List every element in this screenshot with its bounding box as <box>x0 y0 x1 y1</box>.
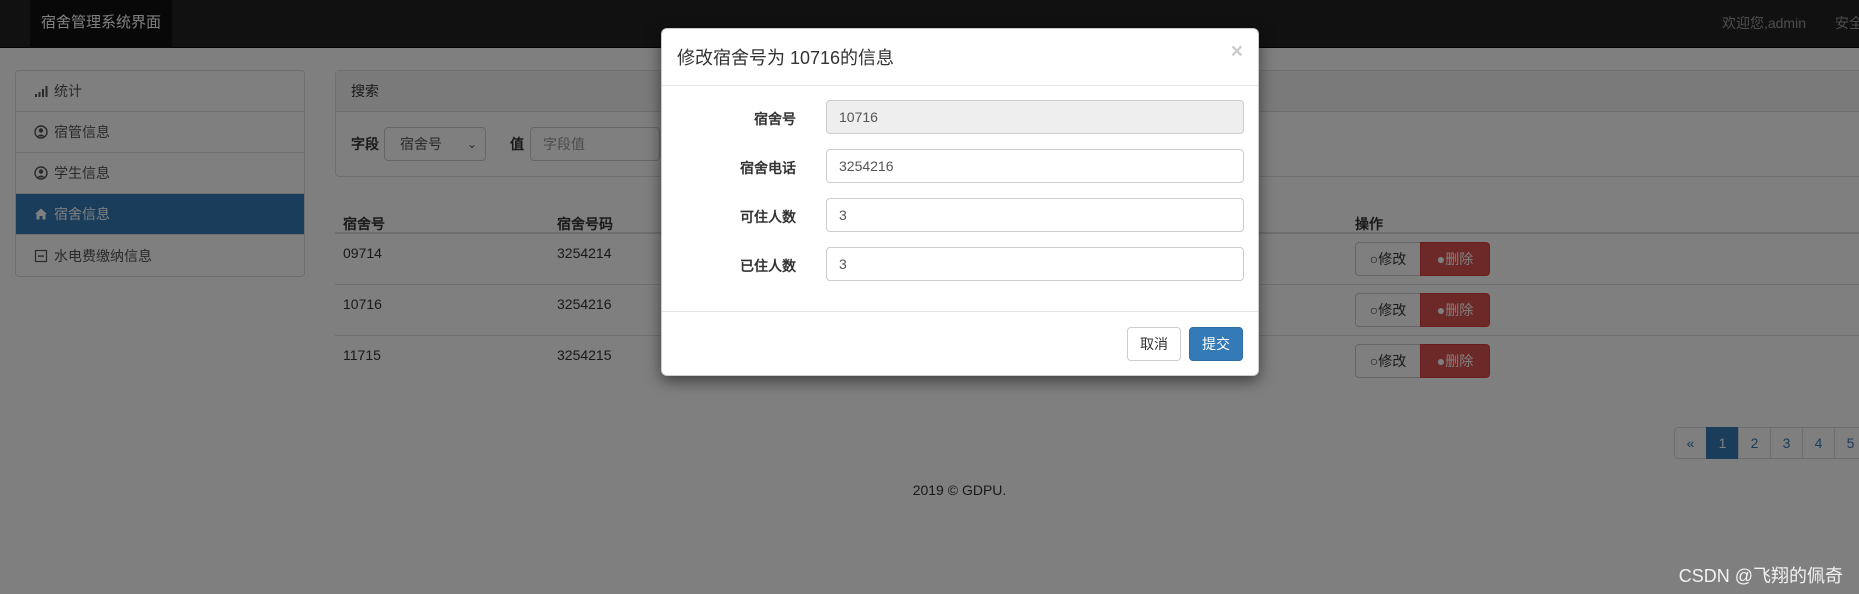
modal-footer: 取消 提交 <box>662 311 1258 376</box>
close-icon[interactable]: × <box>1231 41 1243 62</box>
dorm-phone-field[interactable]: 3254216 <box>826 149 1244 183</box>
dorm-id-label: 宿舍号 <box>754 111 796 127</box>
dorm-id-field: 10716 <box>826 100 1244 134</box>
modal-header: 修改宿舍号为 10716的信息 × <box>662 29 1258 86</box>
edit-dorm-modal: 修改宿舍号为 10716的信息 × 宿舍号 10716 宿舍电话 3254216… <box>661 28 1259 376</box>
capacity-label: 可住人数 <box>740 209 796 225</box>
csdn-watermark: CSDN @飞翔的佩奇 <box>1678 566 1843 586</box>
submit-button[interactable]: 提交 <box>1189 327 1243 361</box>
modal-title: 修改宿舍号为 10716的信息 <box>677 48 895 68</box>
dorm-phone-label: 宿舍电话 <box>740 160 796 176</box>
capacity-field[interactable]: 3 <box>826 198 1244 232</box>
cancel-button[interactable]: 取消 <box>1127 327 1181 361</box>
occupied-label: 已住人数 <box>740 258 796 274</box>
occupied-field[interactable]: 3 <box>826 247 1244 281</box>
